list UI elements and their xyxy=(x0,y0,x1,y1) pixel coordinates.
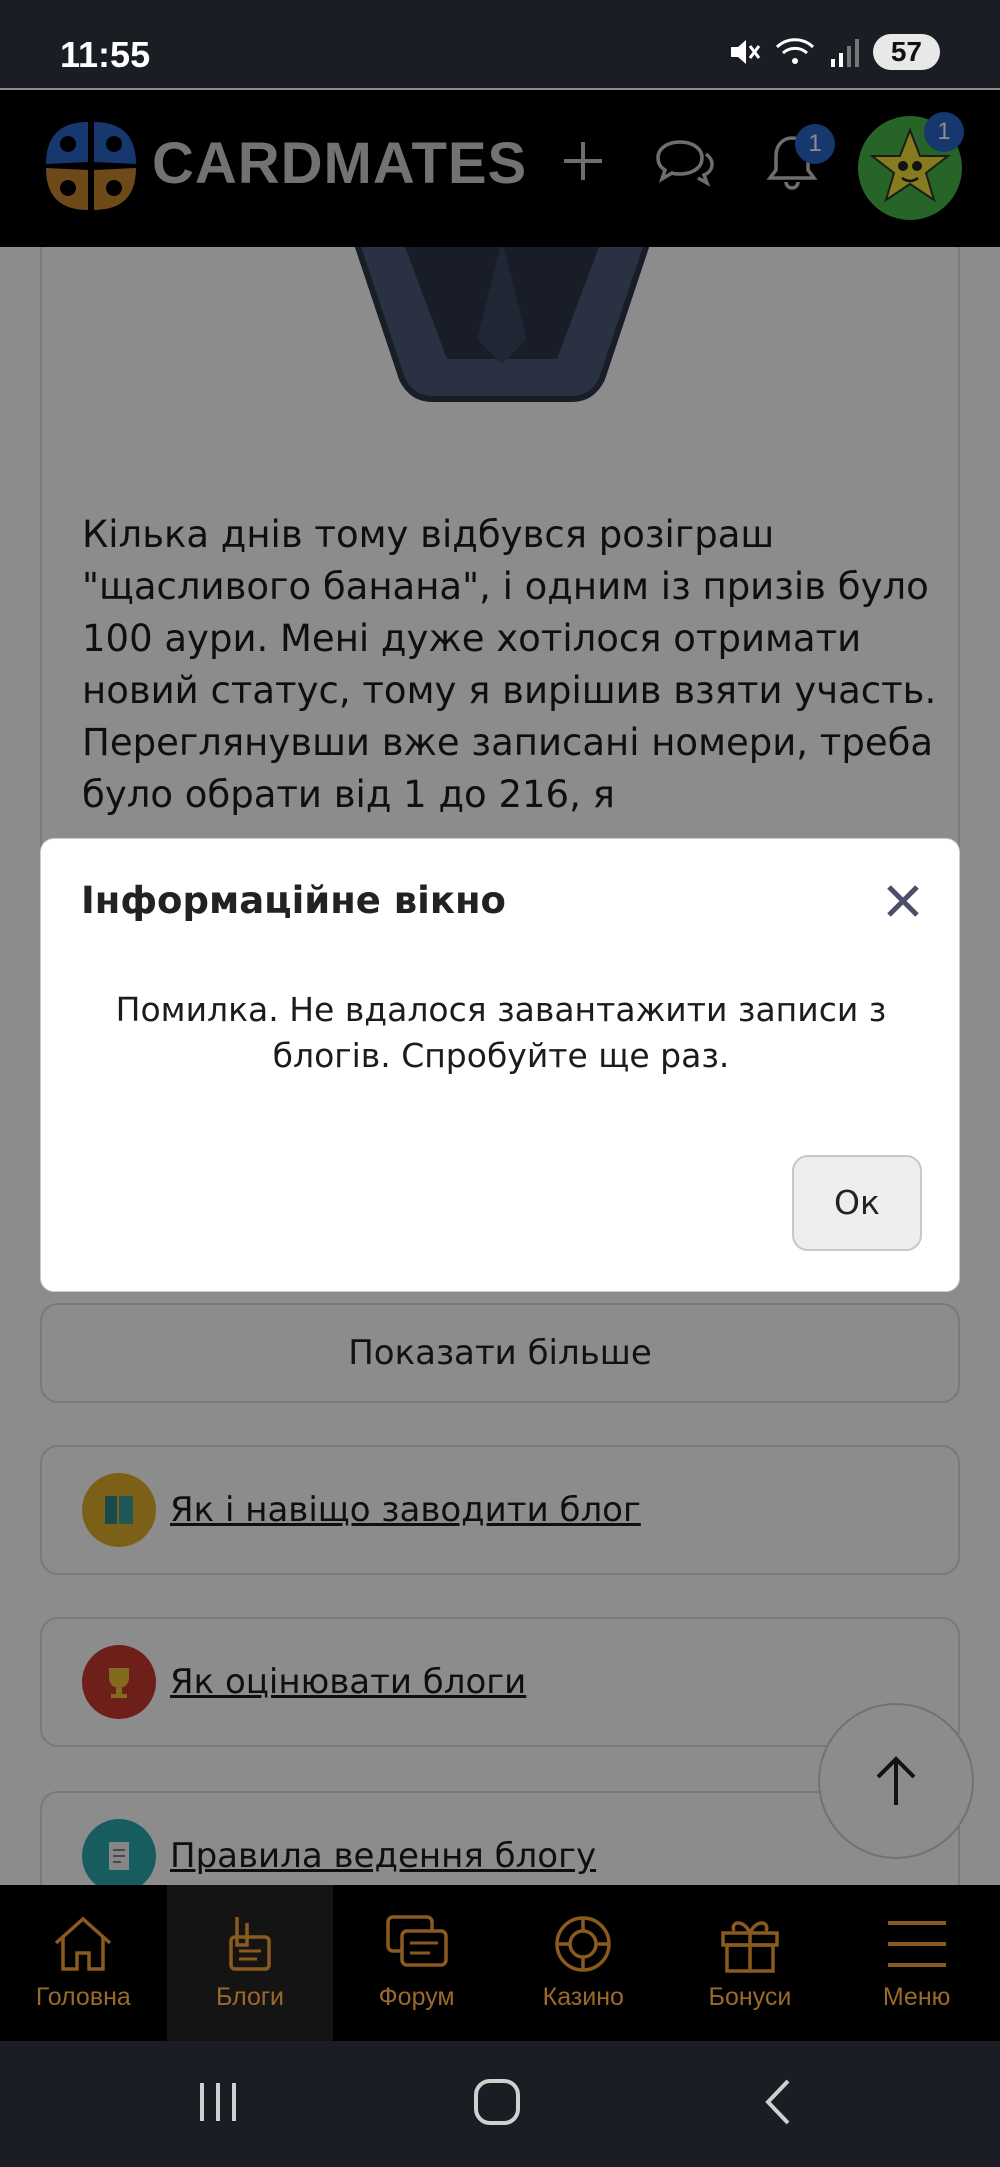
nav-label: Казино xyxy=(542,1983,624,2011)
blog-icon xyxy=(229,1917,271,1971)
recent-apps-icon[interactable] xyxy=(196,2077,240,2127)
dialog-message: Помилка. Не вдалося завантажити записи з… xyxy=(115,990,887,1075)
back-icon[interactable] xyxy=(758,2077,798,2127)
nav-bonuses[interactable]: Бонуси xyxy=(667,1885,834,2041)
nav-blogs[interactable]: Блоги xyxy=(166,1885,334,2041)
status-time: 11:55 xyxy=(60,34,151,75)
status-icons: 57 xyxy=(727,34,940,70)
close-icon[interactable] xyxy=(879,877,927,925)
battery-indicator: 57 xyxy=(872,34,940,70)
nav-label: Меню xyxy=(882,1983,951,2011)
forum-icon xyxy=(385,1915,448,1967)
nav-label: Бонуси xyxy=(708,1983,792,2011)
info-dialog: Інформаційне вікно Помилка. Не вдалося з… xyxy=(40,838,960,1292)
casino-icon xyxy=(555,1916,612,1972)
gift-icon xyxy=(721,1921,779,1973)
home-button-icon[interactable] xyxy=(472,2077,522,2127)
nav-menu[interactable]: Меню xyxy=(833,1885,1000,2041)
home-icon xyxy=(55,1916,112,1971)
ok-button[interactable]: Ок xyxy=(792,1155,922,1251)
mute-icon xyxy=(730,40,761,64)
nav-label: Головна xyxy=(35,1983,131,2011)
wifi-icon xyxy=(775,38,814,64)
nav-label: Блоги xyxy=(215,1983,284,2011)
nav-home[interactable]: Головна xyxy=(0,1885,167,2041)
menu-icon xyxy=(887,1921,946,1967)
nav-casino[interactable]: Казино xyxy=(500,1885,667,2041)
status-bar: 11:55 57 xyxy=(0,0,1000,90)
system-nav-bar xyxy=(0,2041,1000,2167)
signal-icon xyxy=(830,39,859,67)
nav-forum[interactable]: Форум xyxy=(333,1885,500,2041)
nav-label: Форум xyxy=(378,1983,455,2011)
bottom-nav: Головна Блоги Форум Казино Бонуси Меню xyxy=(0,1885,1000,2041)
dialog-title: Інформаційне вікно xyxy=(81,879,506,922)
